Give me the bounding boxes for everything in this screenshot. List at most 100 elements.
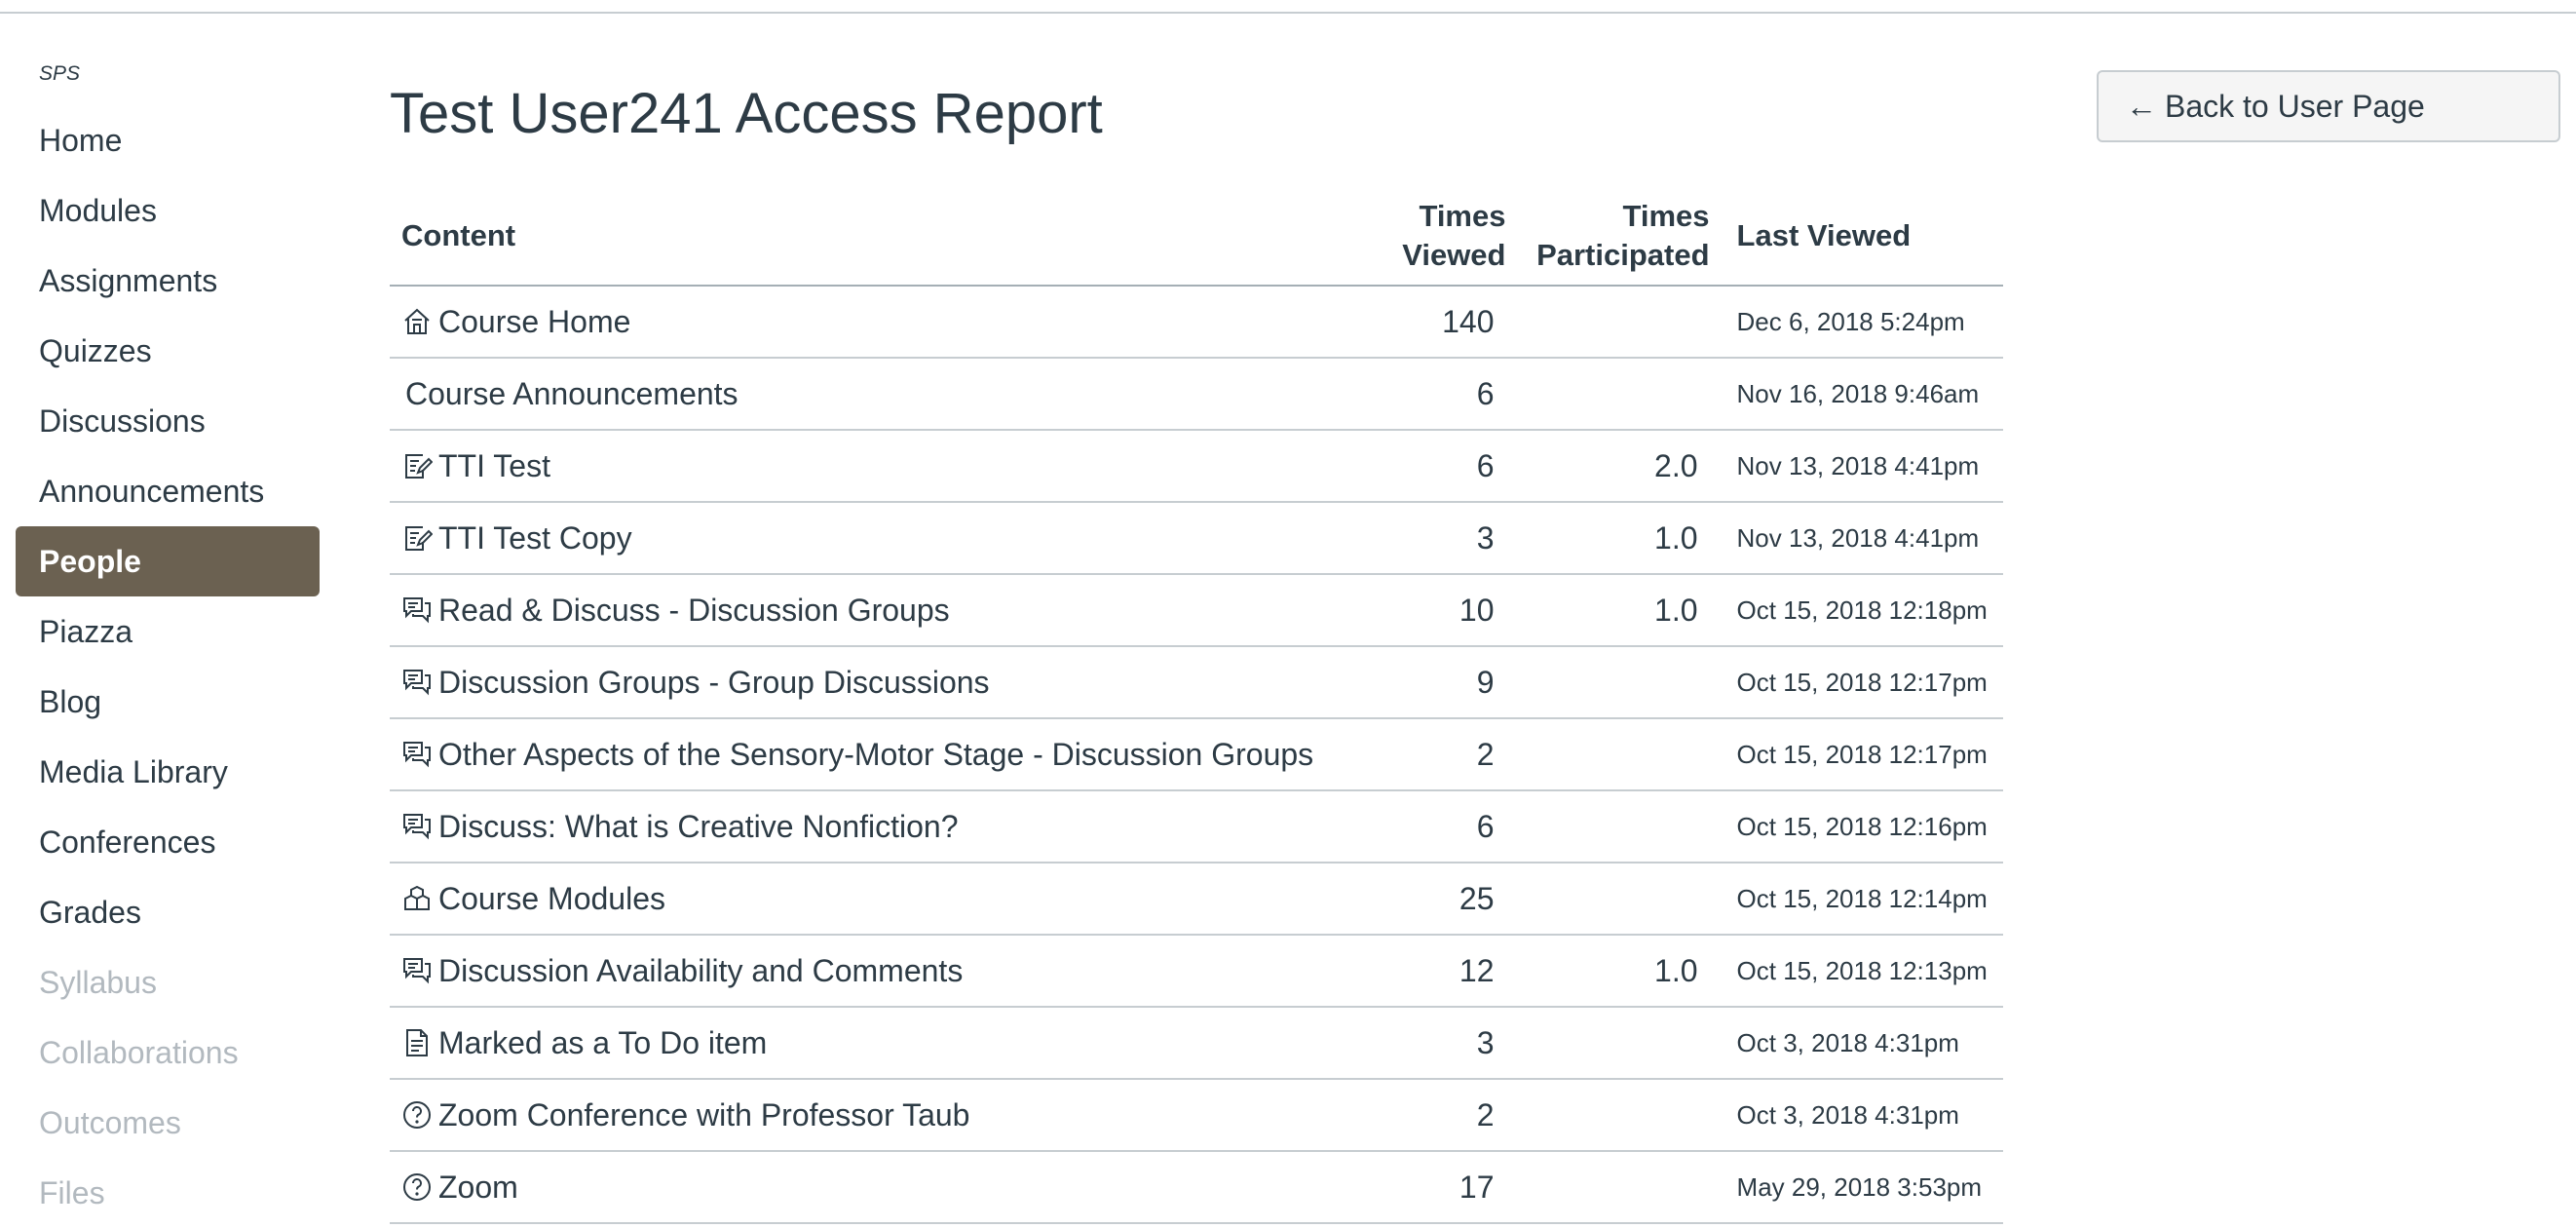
cell-content: TTI Test (390, 430, 1361, 503)
content-title: Zoom Conference with Professor Taub (438, 1096, 970, 1132)
cell-last-viewed: May 29, 2018 3:53pm (1723, 1151, 2003, 1224)
cell-last-viewed: Dec 6, 2018 5:24pm (1723, 286, 2003, 359)
cell-times-viewed: 6 (1360, 790, 1520, 863)
cell-content: Read & Discuss - Discussion Groups (390, 574, 1361, 647)
quiz-icon (401, 522, 433, 554)
content-title: Course Modules (438, 880, 665, 916)
cell-content: Discussion Availability and Comments (390, 935, 1361, 1008)
cell-content: Other Aspects of the Sensory-Motor Stage… (390, 718, 1361, 791)
sidebar-item-quizzes[interactable]: Quizzes (16, 316, 320, 386)
cell-times-viewed: 10 (1360, 574, 1520, 647)
cell-content: Zoom (390, 1151, 1361, 1224)
cell-last-viewed: Oct 15, 2018 12:14pm (1723, 863, 2003, 936)
cell-last-viewed: Nov 13, 2018 4:41pm (1723, 502, 2003, 575)
cell-times-participated: 1.0 (1519, 935, 1724, 1008)
table-row: TTI Test 6 2.0 Nov 13, 2018 4:41pm (390, 430, 2003, 503)
header-times-viewed-line2: Viewed (1402, 238, 1506, 272)
table-row: Read & Discuss - Discussion Groups 10 1.0 O… (390, 574, 2003, 647)
cell-content: Marked as a To Do item (390, 1007, 1361, 1080)
discussion-icon (401, 955, 433, 986)
content-title: Zoom (438, 1169, 518, 1205)
sidebar-item-files[interactable]: Files (16, 1158, 320, 1228)
sidebar-item-conferences[interactable]: Conferences (16, 807, 320, 877)
cell-times-participated (1519, 1151, 1724, 1224)
cell-content: Course Modules (390, 863, 1361, 936)
cell-content: Discuss: What is Creative Nonfiction? (390, 790, 1361, 863)
document-icon (401, 1027, 433, 1058)
sidebar-item-outcomes[interactable]: Outcomes (16, 1088, 320, 1158)
header-times-viewed[interactable]: Times Viewed (1360, 187, 1520, 287)
header-times-participated[interactable]: Times Participated (1519, 187, 1724, 287)
cell-times-participated (1519, 790, 1724, 863)
sidebar-item-grades[interactable]: Grades (16, 877, 320, 947)
table-row: Zoom Conference with Professor Taub 2 Oct … (390, 1079, 2003, 1152)
content-title: Discussion Groups - Group Discussions (438, 664, 990, 700)
cell-times-viewed: 17 (1360, 1151, 1520, 1224)
cell-times-viewed: 2 (1360, 1079, 1520, 1152)
cell-times-viewed: 6 (1360, 358, 1520, 431)
cell-times-participated (1519, 1007, 1724, 1080)
cell-last-viewed: Oct 15, 2018 12:18pm (1723, 574, 2003, 647)
cell-times-viewed: 140 (1360, 286, 1520, 359)
cell-last-viewed: Oct 15, 2018 12:17pm (1723, 718, 2003, 791)
cell-content: Course Home (390, 286, 1361, 359)
course-code: SPS (39, 62, 81, 85)
cell-times-viewed: 2 (1360, 718, 1520, 791)
sidebar-item-home[interactable]: Home (16, 105, 320, 175)
sidebar-item-discussions[interactable]: Discussions (16, 386, 320, 456)
cell-last-viewed: Nov 13, 2018 4:41pm (1723, 430, 2003, 503)
sidebar-item-blog[interactable]: Blog (16, 667, 320, 737)
cell-last-viewed: Nov 16, 2018 9:46am (1723, 358, 2003, 431)
table-row: Other Aspects of the Sensory-Motor Stage… (390, 718, 2003, 791)
cell-times-participated (1519, 1079, 1724, 1152)
content-title: Course Home (438, 303, 631, 339)
home-icon (401, 306, 433, 337)
quiz-icon (401, 450, 433, 481)
cell-last-viewed: Oct 15, 2018 12:17pm (1723, 646, 2003, 719)
table-row: Discussion Availability and Comments 12 1.… (390, 935, 2003, 1008)
sidebar-item-people[interactable]: People (16, 526, 320, 596)
cell-times-viewed: 3 (1360, 1007, 1520, 1080)
content-title: Discuss: What is Creative Nonfiction? (438, 808, 959, 844)
back-button-label: Back to User Page (2165, 88, 2425, 124)
sidebar-item-announcements[interactable]: Announcements (16, 456, 320, 526)
cell-times-participated (1519, 863, 1724, 936)
table-header-row: Content Times Viewed Times Participated … (390, 187, 2003, 287)
cell-content: Course Announcements (390, 358, 1361, 431)
cell-last-viewed: Oct 15, 2018 12:16pm (1723, 790, 2003, 863)
modules-icon (401, 883, 433, 914)
discussion-icon (401, 811, 433, 842)
question-icon (401, 1171, 433, 1203)
content-title: Course Announcements (405, 375, 739, 411)
content-title: TTI Test Copy (438, 519, 632, 556)
sidebar-item-collaborations[interactable]: Collaborations (16, 1017, 320, 1088)
discussion-icon (401, 667, 433, 698)
cell-last-viewed: Oct 3, 2018 4:31pm (1723, 1079, 2003, 1152)
cell-times-participated: 1.0 (1519, 574, 1724, 647)
table-row: TTI Test Copy 3 1.0 Nov 13, 2018 4:41pm (390, 502, 2003, 575)
table-row: Course Home 140 Dec 6, 2018 5:24pm (390, 286, 2003, 359)
header-content[interactable]: Content (390, 187, 1361, 287)
course-nav-sidebar: SPS Home Modules Assignments Quizzes Discuss… (16, 58, 320, 1228)
content-title: Other Aspects of the Sensory-Motor Stage… (438, 736, 1314, 772)
question-icon (401, 1099, 433, 1131)
cell-times-viewed: 6 (1360, 430, 1520, 503)
cell-times-viewed: 25 (1360, 863, 1520, 936)
cell-content: Zoom Conference with Professor Taub (390, 1079, 1361, 1152)
cell-times-participated: 2.0 (1519, 430, 1724, 503)
sidebar-item-modules[interactable]: Modules (16, 175, 320, 246)
cell-times-participated (1519, 718, 1724, 791)
discussion-icon (401, 739, 433, 770)
header-last-viewed[interactable]: Last Viewed (1723, 187, 2003, 287)
sidebar-item-assignments[interactable]: Assignments (16, 246, 320, 316)
header-times-participated-line2: Participated (1536, 238, 1710, 272)
sidebar-item-piazza[interactable]: Piazza (16, 596, 320, 667)
back-to-user-page-button[interactable]: ← Back to User Page (2097, 70, 2560, 142)
cell-times-participated (1519, 646, 1724, 719)
cell-last-viewed: Oct 3, 2018 4:31pm (1723, 1007, 2003, 1080)
sidebar-item-syllabus[interactable]: Syllabus (16, 947, 320, 1017)
table-row: Course Modules 25 Oct 15, 2018 12:14pm (390, 863, 2003, 936)
cell-last-viewed: Oct 15, 2018 12:13pm (1723, 935, 2003, 1008)
cell-content: Discussion Groups - Group Discussions (390, 646, 1361, 719)
sidebar-item-media-library[interactable]: Media Library (16, 737, 320, 807)
